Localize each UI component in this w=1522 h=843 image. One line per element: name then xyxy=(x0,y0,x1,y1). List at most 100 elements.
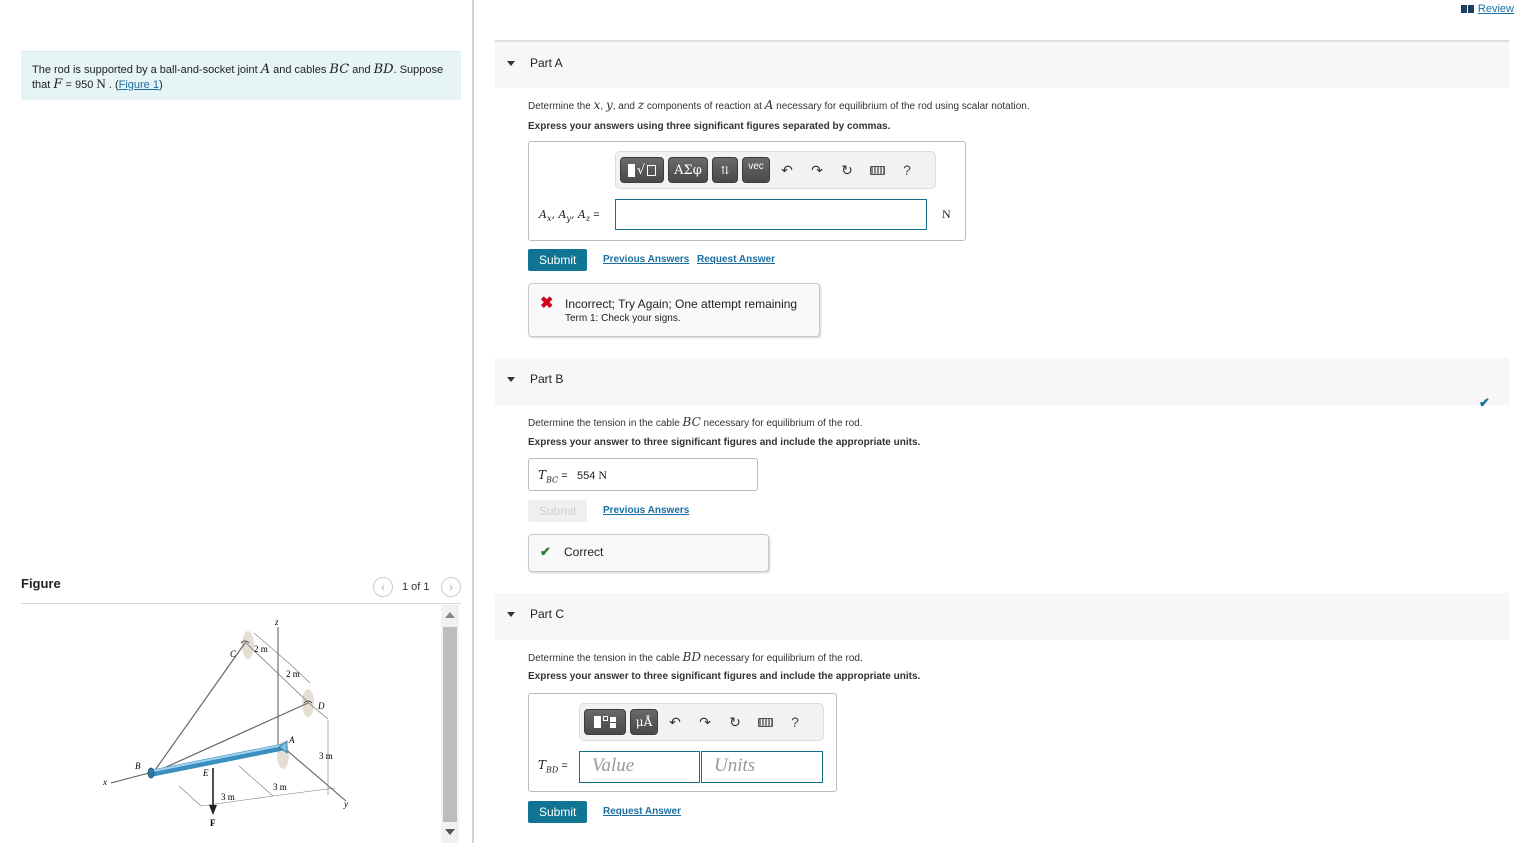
part-a-unit: N xyxy=(942,207,951,221)
question-text: necessary for equilibrium of the rod. xyxy=(701,653,863,664)
part-b-submit-button: Submit xyxy=(528,500,588,522)
part-a-request-answer-link[interactable]: Request Answer xyxy=(697,254,775,265)
vector-button[interactable]: vec xyxy=(742,157,770,183)
keyboard-button[interactable] xyxy=(752,709,778,735)
templates-icon: √ xyxy=(627,163,657,178)
part-c-instruction: Express your answer to three significant… xyxy=(528,671,921,682)
caret-down-icon[interactable] xyxy=(507,612,515,617)
help-icon: ? xyxy=(903,162,911,178)
part-a-submit-button[interactable]: Submit xyxy=(528,249,588,271)
review-link[interactable]: Review xyxy=(1460,3,1514,15)
part-c-units-input[interactable]: Units xyxy=(701,751,823,783)
chevron-right-icon: › xyxy=(449,580,453,594)
book-icon xyxy=(1460,5,1474,13)
reset-button[interactable]: ↻ xyxy=(722,709,748,735)
part-c-title[interactable]: Part C xyxy=(530,607,564,621)
unit-n: N xyxy=(96,76,106,91)
caret-down-icon[interactable] xyxy=(507,61,515,66)
review-label[interactable]: Review xyxy=(1478,3,1514,15)
undo-icon: ↶ xyxy=(781,161,793,178)
dim-ext xyxy=(178,785,202,807)
reset-button[interactable]: ↻ xyxy=(834,157,860,183)
figure-prev-button[interactable]: ‹ xyxy=(373,577,393,597)
feedback-title: Incorrect; Try Again; One attempt remain… xyxy=(565,297,798,311)
part-a-header[interactable]: Part A xyxy=(495,41,1509,88)
value-placeholder: Value xyxy=(592,755,635,776)
part-b-answer-box: TBC = 554 N xyxy=(528,458,758,491)
label-a: A xyxy=(288,735,295,745)
keyboard-button[interactable] xyxy=(864,157,890,183)
figure-next-button[interactable]: › xyxy=(441,577,461,597)
keyboard-icon xyxy=(869,165,885,175)
feedback-title: Correct xyxy=(564,545,604,559)
templates-icon xyxy=(594,716,616,728)
units-toolbar: μÅ ↶ ↷ ↻ ? xyxy=(579,703,824,741)
label-x: x xyxy=(102,777,107,787)
help-icon: ? xyxy=(791,714,799,730)
label-z: z xyxy=(274,617,279,627)
redo-button[interactable]: ↷ xyxy=(804,157,830,183)
part-c-answer-label: TBD = xyxy=(538,758,568,775)
answer-value: 554 xyxy=(577,470,596,482)
caret-down-icon[interactable] xyxy=(507,377,515,382)
templates-button[interactable]: √ xyxy=(620,157,664,183)
check-icon: ✔ xyxy=(540,544,551,559)
part-b-header[interactable]: Part B xyxy=(495,358,1509,405)
reset-icon: ↻ xyxy=(841,161,853,178)
rod-diagram: z x y C D A B E F 2 m 2 m 3 m 3 m 3 m xyxy=(102,617,348,828)
part-a-instruction: Express your answers using three signifi… xyxy=(528,121,891,132)
undo-button[interactable]: ↶ xyxy=(662,709,688,735)
question-text: , and xyxy=(612,101,638,112)
x-axis xyxy=(110,772,150,784)
templates-button[interactable] xyxy=(584,709,626,735)
part-a-previous-answers-link[interactable]: Previous Answers xyxy=(603,254,689,265)
var-a: A xyxy=(260,62,271,77)
figure-link[interactable]: Figure 1 xyxy=(119,79,159,91)
subscript-superscript-button[interactable]: ⇅ xyxy=(712,157,738,183)
redo-icon: ↷ xyxy=(699,713,711,730)
part-a-answer-box: √ ΑΣφ ⇅ vec ↶ ↷ ↻ ? Ax, Ay, Az = N xyxy=(528,141,966,241)
var-bc: BC xyxy=(682,415,701,429)
help-button[interactable]: ? xyxy=(894,157,920,183)
help-button[interactable]: ? xyxy=(782,709,808,735)
part-c-value-input[interactable]: Value xyxy=(579,751,700,783)
part-a-title[interactable]: Part A xyxy=(530,56,563,70)
problem-text: and xyxy=(349,64,374,76)
part-c-header[interactable]: Part C xyxy=(495,593,1509,640)
scroll-down-icon[interactable] xyxy=(445,829,455,835)
problem-text: and cables xyxy=(270,64,330,76)
vec-icon: vec xyxy=(748,161,764,172)
greek-icon: ΑΣφ xyxy=(674,162,702,178)
figure-header: Figure ‹ 1 of 1 › xyxy=(21,574,461,604)
label-c: C xyxy=(230,649,237,659)
figure-scrollbar[interactable] xyxy=(441,605,459,843)
scroll-up-icon[interactable] xyxy=(445,612,455,618)
rod xyxy=(149,743,287,777)
problem-text: = 950 xyxy=(62,79,97,91)
label-f: F xyxy=(210,818,216,828)
scrollbar-thumb[interactable] xyxy=(443,627,457,822)
part-c-answer-box: μÅ ↶ ↷ ↻ ? TBD = Value Units xyxy=(528,693,837,792)
reset-icon: ↻ xyxy=(729,713,741,730)
y-axis xyxy=(282,746,347,802)
var-y: y xyxy=(605,98,613,112)
rod-highlight xyxy=(152,744,284,772)
part-c-submit-button[interactable]: Submit xyxy=(528,801,588,823)
figure-pager: 1 of 1 xyxy=(402,581,430,593)
part-c-request-answer-link[interactable]: Request Answer xyxy=(603,806,681,817)
part-b-previous-answers-link[interactable]: Previous Answers xyxy=(603,505,689,516)
undo-button[interactable]: ↶ xyxy=(774,157,800,183)
part-b-instruction: Express your answer to three significant… xyxy=(528,437,921,448)
units-button[interactable]: μÅ xyxy=(630,709,658,735)
label-dim-ea: 3 m xyxy=(273,782,287,792)
question-text: components of reaction at xyxy=(644,101,765,112)
cable-bc xyxy=(152,642,246,774)
part-a-answer-input[interactable] xyxy=(615,199,927,230)
problem-text: . Suppose xyxy=(393,64,444,76)
part-b-title[interactable]: Part B xyxy=(530,372,563,386)
redo-button[interactable]: ↷ xyxy=(692,709,718,735)
panel-divider[interactable] xyxy=(472,0,474,843)
part-b-answer-label: TBC = xyxy=(538,468,568,485)
greek-symbols-button[interactable]: ΑΣφ xyxy=(668,157,708,183)
left-panel: The rod is supported by a ball-and-socke… xyxy=(0,0,472,843)
